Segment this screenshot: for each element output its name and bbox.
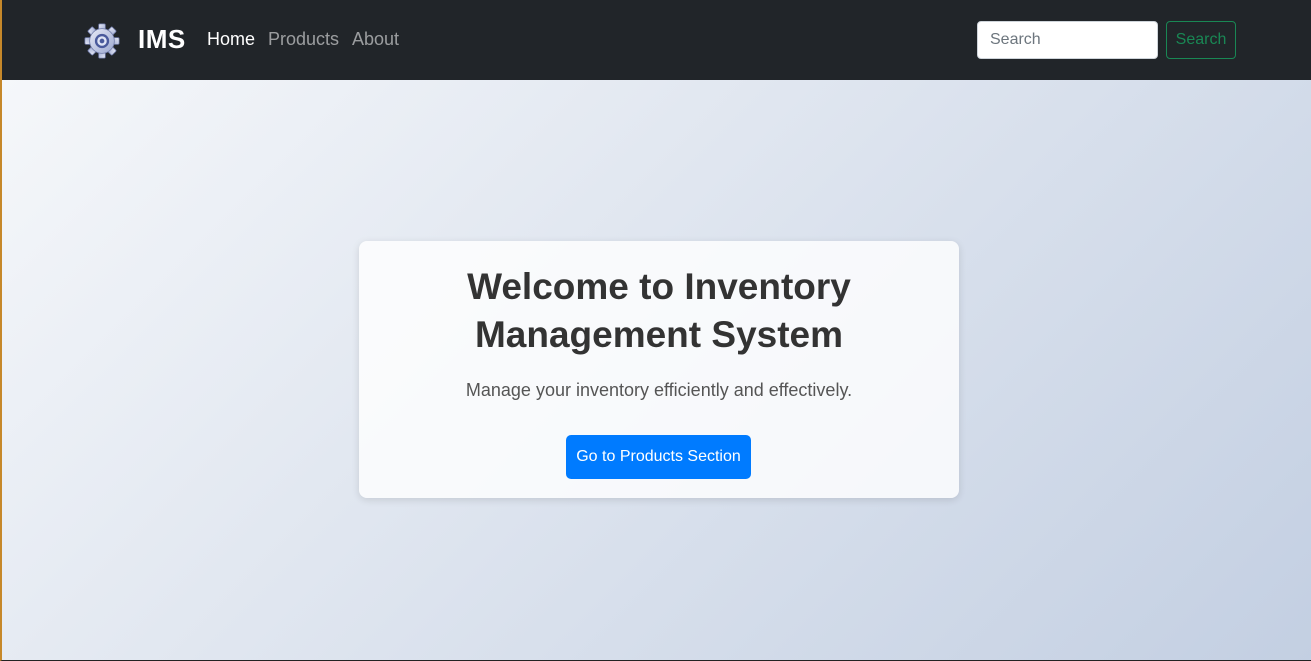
go-to-products-button[interactable]: Go to Products Section <box>566 435 751 479</box>
page-title: Welcome to Inventory Management System <box>467 266 851 355</box>
nav-link-about[interactable]: About <box>352 28 399 50</box>
search-input[interactable] <box>977 21 1158 59</box>
page-subtitle: Manage your inventory efficiently and ef… <box>465 380 853 400</box>
app-window: IMS Home Products About Search Welcome t… <box>0 0 1311 661</box>
nav-link-home[interactable]: Home <box>207 28 255 50</box>
nav-link-products[interactable]: Products <box>268 28 339 50</box>
brand-name[interactable]: IMS <box>138 22 186 56</box>
welcome-card: Welcome to Inventory Management System M… <box>359 241 959 498</box>
top-navbar: IMS Home Products About Search <box>2 0 1311 80</box>
search-button[interactable]: Search <box>1166 21 1236 59</box>
gear-icon[interactable] <box>83 22 121 60</box>
